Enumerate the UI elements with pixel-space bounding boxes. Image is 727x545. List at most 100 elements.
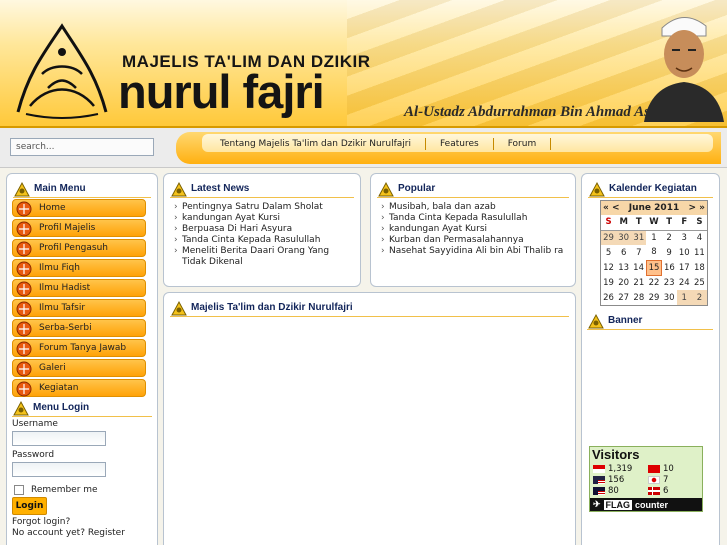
- calendar-day[interactable]: 18: [692, 260, 707, 275]
- list-item[interactable]: kandungan Ayat Kursi: [381, 224, 567, 235]
- search-input[interactable]: [10, 138, 154, 156]
- sidebar-item-label: Profil Majelis: [39, 223, 96, 233]
- calendar-title: Kalender Kegiatan: [609, 183, 697, 194]
- calendar-day[interactable]: 22: [646, 275, 661, 290]
- sidebar-item-kegiatan[interactable]: Kegiatan: [12, 379, 146, 397]
- visitor-row: 80: [593, 486, 619, 496]
- calendar-prev-month[interactable]: <: [612, 203, 620, 213]
- calendar-day[interactable]: 26: [601, 290, 616, 305]
- calendar-day[interactable]: 13: [616, 260, 631, 275]
- top-menu-item-features[interactable]: Features: [426, 138, 494, 150]
- calendar-day[interactable]: 1: [646, 230, 661, 245]
- calendar-day[interactable]: 7: [631, 245, 646, 260]
- ornament-icon: [16, 301, 32, 317]
- calendar-day[interactable]: 30: [662, 290, 677, 305]
- username-label: Username: [12, 419, 58, 429]
- flag-counter-widget[interactable]: Visitors 1,319 10 156 7 80 6 ✈ FLAG coun…: [589, 446, 703, 512]
- banner-heading: Banner: [587, 312, 713, 330]
- list-item[interactable]: Musibah, bala dan azab: [381, 202, 567, 213]
- remember-checkbox[interactable]: [14, 485, 24, 495]
- login-heading: Menu Login: [12, 399, 152, 417]
- calendar-day[interactable]: 24: [677, 275, 692, 290]
- sidebar-item-label: Galeri: [39, 363, 66, 373]
- calendar-day[interactable]: 14: [631, 260, 646, 275]
- calendar-day[interactable]: 21: [631, 275, 646, 290]
- calendar-day[interactable]: 23: [662, 275, 677, 290]
- calligraphy-logo-icon[interactable]: [8, 14, 116, 122]
- sidebar-item-label: Serba-Serbi: [39, 323, 92, 333]
- calendar-day-today[interactable]: 15: [645, 259, 663, 276]
- calendar-day[interactable]: 5: [601, 245, 616, 260]
- main-content-panel: Majelis Ta'lim dan Dzikir Nurulfajri: [163, 292, 576, 545]
- calendar-next-month[interactable]: >: [688, 203, 696, 213]
- register-link[interactable]: No account yet? Register: [12, 528, 125, 538]
- list-item[interactable]: Meneliti Berita Daari Orang Yang Tidak D…: [174, 246, 352, 268]
- calendar-day[interactable]: 2: [691, 290, 707, 305]
- list-item[interactable]: kandungan Ayat Kursi: [174, 213, 352, 224]
- calendar-day[interactable]: 4: [692, 230, 707, 245]
- visitor-row: 156: [593, 475, 624, 485]
- calendar-day[interactable]: 6: [616, 245, 631, 260]
- sidebar-item-profil-pengasuh[interactable]: Profil Pengasuh: [12, 239, 146, 257]
- flag-counter-footer: ✈ FLAG counter: [590, 498, 702, 511]
- list-item[interactable]: Nasehat Sayyidina Ali bin Abi Thalib ra: [381, 246, 567, 257]
- calendar-day[interactable]: 17: [677, 260, 692, 275]
- sidebar-item-ilmu-hadist[interactable]: Ilmu Hadist: [12, 279, 146, 297]
- calendar-day[interactable]: 10: [677, 245, 692, 260]
- popular-list: Musibah, bala dan azab Tanda Cinta Kepad…: [381, 202, 567, 257]
- password-field[interactable]: [12, 462, 106, 477]
- calendar-day[interactable]: 9: [662, 245, 677, 260]
- calendar-day[interactable]: 16: [662, 260, 677, 275]
- calendar-day[interactable]: 28: [631, 290, 646, 305]
- mosque-icon: [13, 400, 29, 415]
- ornament-icon: [16, 201, 32, 217]
- popular-panel: Popular Musibah, bala dan azab Tanda Cin…: [370, 173, 576, 287]
- calendar-day[interactable]: 29: [601, 230, 617, 245]
- calendar-day[interactable]: 31: [631, 230, 647, 245]
- forgot-login-link[interactable]: Forgot login?: [12, 517, 70, 527]
- calendar-day-name: W: [646, 215, 662, 231]
- sidebar-item-label: Ilmu Fiqh: [39, 263, 80, 273]
- sidebar-item-ilmu-tafsir[interactable]: Ilmu Tafsir: [12, 299, 146, 317]
- top-menu-bar: Tentang Majelis Ta'lim dan Dzikir Nurulf…: [176, 132, 721, 164]
- org-name: nurul fajri: [118, 65, 325, 118]
- calendar-day[interactable]: 30: [616, 230, 632, 245]
- popular-heading: Popular: [377, 180, 569, 198]
- password-label: Password: [12, 450, 55, 460]
- top-menu-item-forum[interactable]: Forum: [494, 138, 552, 150]
- calendar-day[interactable]: 20: [616, 275, 631, 290]
- malaysia-flag-icon: [593, 487, 605, 495]
- visitor-count: 7: [663, 475, 669, 485]
- calendar-day[interactable]: 11: [692, 245, 707, 260]
- sidebar-item-serba-serbi[interactable]: Serba-Serbi: [12, 319, 146, 337]
- list-item[interactable]: Kurban dan Permasalahannya: [381, 235, 567, 246]
- sidebar-item-home[interactable]: Home: [12, 199, 146, 217]
- calendar-next-year[interactable]: »: [699, 203, 705, 213]
- sidebar-item-ilmu-fiqh[interactable]: Ilmu Fiqh: [12, 259, 146, 277]
- calendar-day[interactable]: 8: [646, 245, 661, 260]
- ornament-icon: [16, 241, 32, 257]
- calendar-day[interactable]: 1: [676, 290, 692, 305]
- login-button[interactable]: Login: [12, 497, 47, 515]
- calendar-day[interactable]: 27: [616, 290, 631, 305]
- calendar-day[interactable]: 2: [662, 230, 677, 245]
- calendar-widget: « < June 2011 > » S M T W T F S 29 30 31…: [600, 200, 708, 306]
- list-item[interactable]: Berpuasa Di Hari Asyura: [174, 224, 352, 235]
- latest-news-heading: Latest News: [170, 180, 354, 198]
- list-item[interactable]: Tanda Cinta Kepada Rasulullah: [381, 213, 567, 224]
- sidebar-item-galeri[interactable]: Galeri: [12, 359, 146, 377]
- list-item[interactable]: Tanda Cinta Kepada Rasulullah: [174, 235, 352, 246]
- sidebar-item-profil-majelis[interactable]: Profil Majelis: [12, 219, 146, 237]
- calendar-prev-year[interactable]: «: [603, 203, 609, 213]
- username-field[interactable]: [12, 431, 106, 446]
- ornament-icon: [16, 381, 32, 397]
- list-item[interactable]: Pentingnya Satru Dalam Sholat: [174, 202, 352, 213]
- calendar-day[interactable]: 25: [692, 275, 707, 290]
- top-menu-item-tentang[interactable]: Tentang Majelis Ta'lim dan Dzikir Nurulf…: [206, 138, 426, 150]
- calendar-day[interactable]: 19: [601, 275, 616, 290]
- calendar-day[interactable]: 29: [646, 290, 661, 305]
- sidebar-item-label: Ilmu Tafsir: [39, 303, 86, 313]
- calendar-day[interactable]: 3: [677, 230, 692, 245]
- calendar-day[interactable]: 12: [601, 260, 616, 275]
- sidebar-item-forum-tanya-jawab[interactable]: Forum Tanya Jawab: [12, 339, 146, 357]
